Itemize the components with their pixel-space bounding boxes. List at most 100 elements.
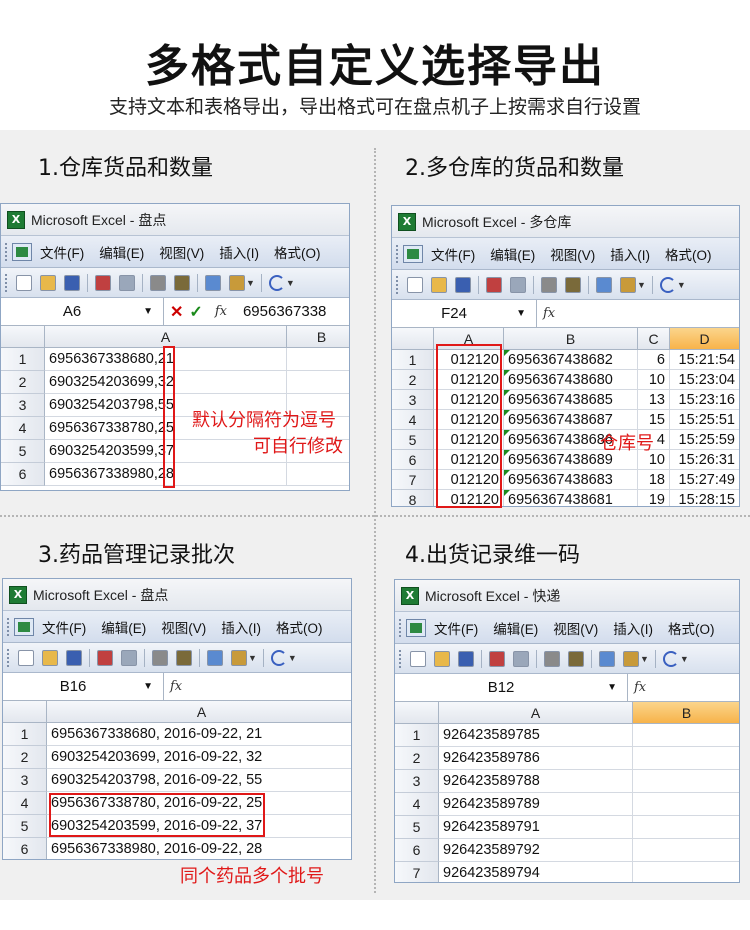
table-cell[interactable] (287, 371, 349, 394)
select-all-corner[interactable] (395, 702, 439, 724)
table-cell[interactable] (633, 793, 739, 816)
menu-item-0[interactable]: 文件(F) (42, 617, 86, 637)
table-cell[interactable]: 15:21:54 (670, 350, 739, 370)
table-cell[interactable]: 6956367438680 (504, 370, 638, 390)
row-header[interactable]: 1 (3, 723, 47, 746)
toolbar-grip[interactable] (399, 649, 402, 668)
dropdown-arrow-icon[interactable]: ▼ (680, 654, 689, 664)
row-header[interactable]: 1 (392, 350, 434, 370)
table-cell[interactable]: 15:27:49 (670, 470, 739, 490)
table-cell[interactable]: 926423589792 (439, 839, 633, 862)
column-header[interactable]: C (638, 328, 670, 350)
row-header[interactable]: 7 (395, 862, 439, 882)
save-icon[interactable] (455, 276, 471, 293)
table-cell[interactable] (633, 862, 739, 882)
copy-icon[interactable] (599, 650, 615, 667)
undo-icon[interactable] (662, 650, 679, 667)
row-header[interactable]: 6 (392, 450, 434, 470)
row-header[interactable]: 6 (395, 839, 439, 862)
row-header[interactable]: 1 (1, 348, 45, 371)
research-icon[interactable] (565, 276, 581, 293)
table-cell[interactable] (287, 463, 349, 486)
row-header[interactable]: 3 (1, 394, 45, 417)
dropdown-arrow-icon[interactable]: ▼ (248, 653, 257, 663)
row-header[interactable]: 4 (3, 792, 47, 815)
row-header[interactable]: 4 (392, 410, 434, 430)
table-cell[interactable]: 6956367438683 (504, 470, 638, 490)
table-cell[interactable]: 15 (638, 410, 670, 430)
column-header[interactable]: B (633, 702, 739, 724)
menu-item-1[interactable]: 编辑(E) (493, 618, 538, 638)
table-cell[interactable]: 19 (638, 490, 670, 506)
paste-icon[interactable] (229, 274, 245, 291)
new-icon[interactable] (18, 649, 34, 666)
table-cell[interactable] (633, 724, 739, 747)
open-icon[interactable] (42, 649, 58, 666)
save-icon[interactable] (64, 274, 80, 291)
row-header[interactable]: 2 (3, 746, 47, 769)
permission-icon[interactable] (95, 274, 111, 291)
print-preview-icon[interactable] (544, 650, 560, 667)
undo-icon[interactable] (659, 276, 676, 293)
table-cell[interactable]: 15:25:59 (670, 430, 739, 450)
name-box[interactable]: B12 ▼ (395, 674, 628, 701)
row-header[interactable]: 2 (395, 747, 439, 770)
permission-icon[interactable] (489, 650, 505, 667)
table-cell[interactable] (633, 816, 739, 839)
permission-icon[interactable] (486, 276, 502, 293)
table-cell[interactable] (633, 770, 739, 793)
menu-item-1[interactable]: 编辑(E) (490, 244, 535, 264)
table-cell[interactable]: 10 (638, 370, 670, 390)
research-icon[interactable] (568, 650, 584, 667)
insert-function-icon[interactable]: fx (170, 679, 182, 694)
dropdown-arrow-icon[interactable]: ▼ (286, 278, 295, 288)
table-cell[interactable]: 15:28:15 (670, 490, 739, 506)
menu-item-2[interactable]: 视图(V) (161, 617, 206, 637)
row-header[interactable]: 4 (395, 793, 439, 816)
menu-item-4[interactable]: 格式(O) (668, 618, 715, 638)
row-header[interactable]: 5 (395, 816, 439, 839)
table-cell[interactable]: 15:26:31 (670, 450, 739, 470)
table-cell[interactable]: 6 (638, 350, 670, 370)
table-cell[interactable]: 6956367338680, 2016-09-22, 21 (47, 723, 351, 746)
menu-item-1[interactable]: 编辑(E) (99, 242, 144, 262)
insert-function-icon[interactable]: fx (215, 304, 227, 319)
table-cell[interactable]: 926423589788 (439, 770, 633, 793)
menu-item-2[interactable]: 视图(V) (159, 242, 204, 262)
table-cell[interactable]: 926423589785 (439, 724, 633, 747)
undo-icon[interactable] (270, 649, 287, 666)
table-cell[interactable]: 15:23:04 (670, 370, 739, 390)
new-icon[interactable] (407, 276, 423, 293)
print-preview-icon[interactable] (150, 274, 166, 291)
copy-icon[interactable] (207, 649, 223, 666)
menu-item-4[interactable]: 格式(O) (276, 617, 323, 637)
excel-doc-icon[interactable] (406, 618, 426, 637)
row-header[interactable]: 4 (1, 417, 45, 440)
paste-icon[interactable] (623, 650, 639, 667)
table-cell[interactable] (287, 348, 349, 371)
undo-icon[interactable] (268, 274, 285, 291)
menu-item-0[interactable]: 文件(F) (40, 242, 84, 262)
row-header[interactable]: 3 (3, 769, 47, 792)
row-header[interactable]: 6 (3, 838, 47, 859)
print-icon[interactable] (121, 649, 137, 666)
formula-input[interactable]: 6956367338 (237, 303, 326, 320)
insert-function-icon[interactable]: fx (543, 306, 555, 321)
column-header[interactable]: A (439, 702, 633, 724)
name-box-dropdown-icon[interactable]: ▼ (143, 681, 153, 692)
print-icon[interactable] (119, 274, 135, 291)
table-cell[interactable]: 926423589786 (439, 747, 633, 770)
table-cell[interactable] (633, 839, 739, 862)
menu-item-0[interactable]: 文件(F) (431, 244, 475, 264)
menu-item-1[interactable]: 编辑(E) (101, 617, 146, 637)
select-all-corner[interactable] (1, 326, 45, 348)
permission-icon[interactable] (97, 649, 113, 666)
excel-doc-icon[interactable] (14, 617, 34, 636)
enter-icon[interactable]: ✓ (189, 302, 202, 322)
table-cell[interactable]: 6956367438685 (504, 390, 638, 410)
menu-grip[interactable] (7, 617, 10, 636)
name-box[interactable]: B16 ▼ (3, 673, 164, 700)
save-icon[interactable] (66, 649, 82, 666)
toolbar-grip[interactable] (5, 273, 8, 292)
research-icon[interactable] (176, 649, 192, 666)
